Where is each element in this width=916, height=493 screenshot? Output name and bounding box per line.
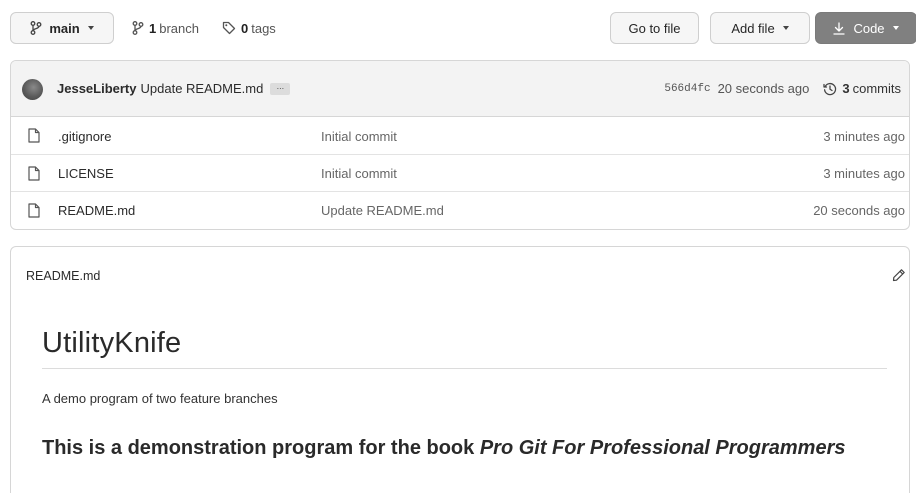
book-title: Pro Git For Professional Programmers: [479, 437, 846, 459]
tags-label: tags: [251, 20, 276, 36]
branch-select-button[interactable]: main: [10, 12, 114, 44]
file-icon: [28, 203, 40, 218]
branch-name: main: [49, 20, 80, 36]
go-to-file-button[interactable]: Go to file: [610, 12, 699, 44]
code-label: Code: [853, 20, 885, 36]
commits-link[interactable]: 3 commits: [823, 81, 901, 96]
readme-title[interactable]: README.md: [26, 269, 100, 283]
avatar[interactable]: [22, 79, 43, 100]
file-age: 3 minutes ago: [823, 128, 905, 144]
file-name[interactable]: README.md: [58, 203, 135, 218]
commit-message: JesseLiberty Update README.md ...: [57, 81, 291, 96]
file-age: 20 seconds ago: [813, 203, 905, 218]
branches-label: branch: [159, 20, 199, 36]
file-row: LICENSE Initial commit 3 minutes ago: [11, 154, 909, 192]
commit-sha[interactable]: 566d4fc: [664, 83, 710, 95]
file-list-box: JesseLiberty Update README.md ... 566d4f…: [10, 60, 910, 230]
pencil-icon[interactable]: [892, 268, 906, 285]
file-commit-message[interactable]: Initial commit: [321, 129, 397, 144]
readme-subheading: This is a demonstration program for the …: [42, 435, 862, 461]
commits-count: 3: [842, 81, 850, 96]
file-row: .gitignore Initial commit 3 minutes ago: [11, 117, 909, 155]
readme-header: README.md: [11, 247, 909, 303]
chevron-down-icon: [782, 26, 789, 30]
tags-count: 0: [241, 20, 249, 36]
tags-link[interactable]: 0 tags: [222, 12, 276, 44]
file-commit-message[interactable]: Initial commit: [321, 166, 397, 181]
git-branch-icon: [30, 21, 42, 35]
chevron-down-icon: [892, 26, 899, 30]
commit-time: 20 seconds ago: [717, 81, 810, 96]
file-commit-message[interactable]: Update README.md: [321, 203, 444, 218]
add-file-button[interactable]: Add file: [710, 12, 810, 44]
file-row: README.md Update README.md 20 seconds ag…: [11, 191, 909, 229]
file-age: 3 minutes ago: [823, 166, 905, 181]
latest-commit-bar: JesseLiberty Update README.md ... 566d4f…: [11, 61, 909, 117]
commit-title[interactable]: Update README.md: [141, 81, 264, 96]
readme-paragraph: A demo program of two feature branches: [42, 391, 278, 406]
commit-meta: 566d4fc 20 seconds ago 3 commits: [664, 81, 901, 96]
tag-icon: [222, 21, 236, 35]
commit-expand-button[interactable]: ...: [270, 81, 291, 95]
file-name[interactable]: LICENSE: [58, 166, 114, 181]
repo-toolbar: main 1 branch 0 tags Go to file Add file…: [10, 12, 916, 44]
file-icon: [28, 166, 40, 181]
history-icon: [823, 82, 837, 96]
readme-box: README.md UtilityKnife A demo program of…: [10, 246, 910, 493]
heading-divider: [42, 368, 887, 369]
branches-link[interactable]: 1 branch: [132, 12, 199, 44]
commits-label: commits: [852, 81, 901, 96]
add-file-label: Add file: [731, 20, 775, 36]
file-icon: [28, 128, 40, 143]
commit-author[interactable]: JesseLiberty: [57, 81, 137, 96]
chevron-down-icon: [87, 26, 94, 30]
subheading-text: This is a demonstration program for the …: [42, 437, 480, 459]
readme-heading: UtilityKnife: [42, 327, 182, 359]
branches-count: 1: [149, 20, 157, 36]
code-button[interactable]: Code: [815, 12, 916, 44]
download-icon: [833, 21, 846, 35]
git-branch-icon: [132, 21, 144, 35]
file-name[interactable]: .gitignore: [58, 129, 111, 144]
